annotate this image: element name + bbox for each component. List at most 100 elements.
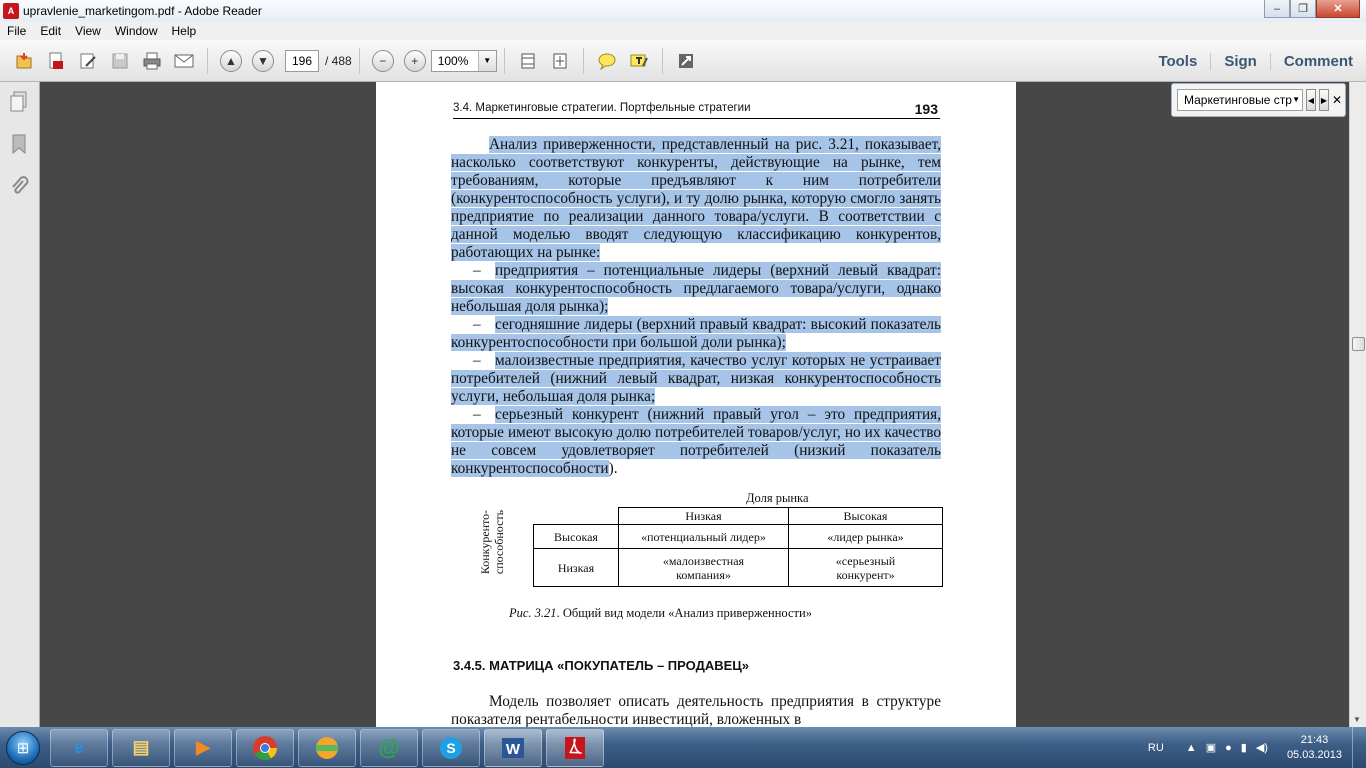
language-indicator[interactable]: RU	[1148, 742, 1164, 754]
page-number-input[interactable]: 196	[285, 49, 319, 72]
close-button[interactable]: ✕	[1316, 0, 1360, 18]
taskbar: ⊞ e ▤ ▶ @ S W RU ▲ ▣ ● ▮ ◀) 21:43 05.03.…	[0, 727, 1366, 768]
find-input[interactable]: Маркетинговые стр ▼	[1177, 89, 1303, 111]
show-desktop-button[interactable]	[1352, 727, 1366, 768]
fullscreen-icon[interactable]	[673, 48, 699, 74]
close-icon[interactable]: ✕	[1332, 93, 1342, 107]
matrix-cell: «лидер рынка»	[788, 524, 943, 549]
chevron-down-icon[interactable]: ▼	[477, 50, 496, 71]
matrix-cell: «малоизвестная компания»	[618, 548, 789, 587]
list-item: – серьезный конкурент (нижний правый угол…	[451, 406, 941, 477]
page-total: / 488	[325, 53, 352, 68]
list-item: – предприятия – потенциальные лидеры (вер…	[451, 262, 941, 315]
tools-button[interactable]: Tools	[1145, 53, 1210, 70]
toolbar-separator	[358, 47, 360, 74]
start-button[interactable]: ⊞	[0, 727, 46, 768]
tray-app-icon[interactable]: ●	[1225, 742, 1232, 754]
menu-help[interactable]: Help	[165, 24, 204, 38]
toolbar-separator	[661, 47, 663, 74]
power-icon[interactable]: ▮	[1241, 741, 1247, 754]
taskbar-skype[interactable]: S	[422, 728, 480, 767]
zoom-value: 100%	[437, 53, 469, 68]
adobe-reader-icon: A	[3, 3, 19, 19]
zoom-out-icon[interactable]: −	[371, 49, 394, 72]
toolbar-right-panel: Tools Sign Comment	[1145, 40, 1366, 82]
comment-button[interactable]: Comment	[1269, 52, 1366, 70]
tray-expand-icon[interactable]: ▲	[1186, 742, 1197, 754]
list-item: – сегодняшние лидеры (верхний правый квад…	[451, 316, 941, 351]
chevron-down-icon[interactable]: ▼	[1292, 90, 1300, 110]
highlight-icon[interactable]	[626, 48, 652, 74]
toolbar-separator	[503, 47, 505, 74]
menu-bar: File Edit View Window Help	[0, 22, 1366, 40]
figure-top-label: Доля рынка	[746, 491, 809, 505]
save-icon[interactable]	[107, 48, 133, 74]
section-heading: 3.4.5. МАТРИЦА «ПОКУПАТЕЛЬ – ПРОДАВЕЦ»	[453, 658, 750, 673]
clock[interactable]: 21:43 05.03.2013	[1287, 733, 1342, 763]
find-toolbar: Маркетинговые стр ▼ ◀ ▶ ✕	[1171, 83, 1346, 117]
bookmarks-icon[interactable]	[8, 133, 30, 155]
fit-page-icon[interactable]	[547, 48, 573, 74]
title-bar: A upravlenie_marketingom.pdf - Adobe Rea…	[0, 0, 1366, 22]
zoom-select[interactable]: 100% ▼	[430, 49, 497, 72]
navigation-pane	[0, 82, 40, 727]
previous-page-icon[interactable]: ▲	[220, 49, 242, 72]
figure-side-label: Конкуренто-способность	[478, 509, 506, 575]
comment-icon[interactable]	[594, 48, 620, 74]
page-number: 193	[914, 101, 938, 117]
pdf-page: 3.4. Маркетинговые стратегии. Портфельны…	[376, 82, 1016, 727]
edit-icon[interactable]	[75, 48, 101, 74]
fit-width-icon[interactable]	[515, 48, 541, 74]
taskbar-chrome[interactable]	[236, 728, 294, 767]
scrollbar-thumb[interactable]	[1352, 337, 1365, 351]
paragraph-text: Анализ приверженности, представленный на…	[451, 136, 941, 261]
list-item: – малоизвестные предприятия, качество усл…	[451, 352, 941, 405]
taskbar-ie[interactable]: e	[50, 728, 108, 767]
paragraph-text: Модель позволяет описать деятельность пр…	[451, 693, 941, 727]
email-icon[interactable]	[171, 48, 197, 74]
matrix-col-low: Низкая	[618, 507, 789, 525]
body-text: Анализ приверженности, представленный на…	[451, 136, 941, 478]
window-title: upravlenie_marketingom.pdf - Adobe Reade…	[23, 4, 262, 18]
network-icon[interactable]: ▣	[1206, 741, 1216, 754]
find-next-icon[interactable]: ▶	[1319, 89, 1329, 111]
volume-icon[interactable]: ◀)	[1256, 741, 1268, 754]
document-view[interactable]: 3.4. Маркетинговые стратегии. Портфельны…	[41, 82, 1349, 727]
sign-button[interactable]: Sign	[1210, 52, 1270, 70]
taskbar-adobe-reader[interactable]	[546, 728, 604, 767]
find-previous-icon[interactable]: ◀	[1306, 89, 1316, 111]
toolbar: ▲ ▼ 196 / 488 − + 100% ▼ Tools Sign Comm…	[0, 40, 1366, 82]
toolbar-separator	[582, 47, 584, 74]
print-icon[interactable]	[139, 48, 165, 74]
scroll-down-icon[interactable]: ▼	[1353, 715, 1361, 724]
restore-button[interactable]: ❐	[1290, 0, 1316, 18]
taskbar-word[interactable]: W	[484, 728, 542, 767]
running-head-title: 3.4. Маркетинговые стратегии. Портфельны…	[453, 102, 751, 114]
minimize-button[interactable]: –	[1264, 0, 1290, 18]
menu-window[interactable]: Window	[108, 24, 165, 38]
svg-text:S: S	[446, 740, 455, 756]
menu-file[interactable]: File	[0, 24, 33, 38]
taskbar-picasa[interactable]	[298, 728, 356, 767]
clock-time: 21:43	[1300, 733, 1329, 746]
open-icon[interactable]	[11, 48, 37, 74]
taskbar-media[interactable]: ▶	[174, 728, 232, 767]
vertical-scrollbar[interactable]: ▼	[1349, 82, 1366, 727]
menu-view[interactable]: View	[68, 24, 108, 38]
create-pdf-icon[interactable]	[43, 48, 69, 74]
menu-edit[interactable]: Edit	[33, 24, 68, 38]
zoom-in-icon[interactable]: +	[403, 49, 426, 72]
window-controls: – ❐ ✕	[1264, 0, 1360, 18]
attachments-icon[interactable]	[8, 175, 30, 197]
taskbar-mail-agent[interactable]: @	[360, 728, 418, 767]
system-tray: RU ▲ ▣ ● ▮ ◀) 21:43 05.03.2013	[1148, 727, 1366, 768]
clock-date: 05.03.2013	[1286, 748, 1342, 761]
taskbar-explorer[interactable]: ▤	[112, 728, 170, 767]
windows-logo-icon: ⊞	[6, 730, 40, 765]
attachment-matrix: Низкая Высокая Высокая «потенциальный ли…	[533, 507, 943, 587]
next-page-icon[interactable]: ▼	[252, 49, 274, 72]
matrix-row-high: Высокая	[533, 524, 619, 549]
matrix-cell: «потенциальный лидер»	[618, 524, 789, 549]
svg-text:W: W	[506, 741, 521, 758]
page-thumbnails-icon[interactable]	[8, 91, 30, 113]
